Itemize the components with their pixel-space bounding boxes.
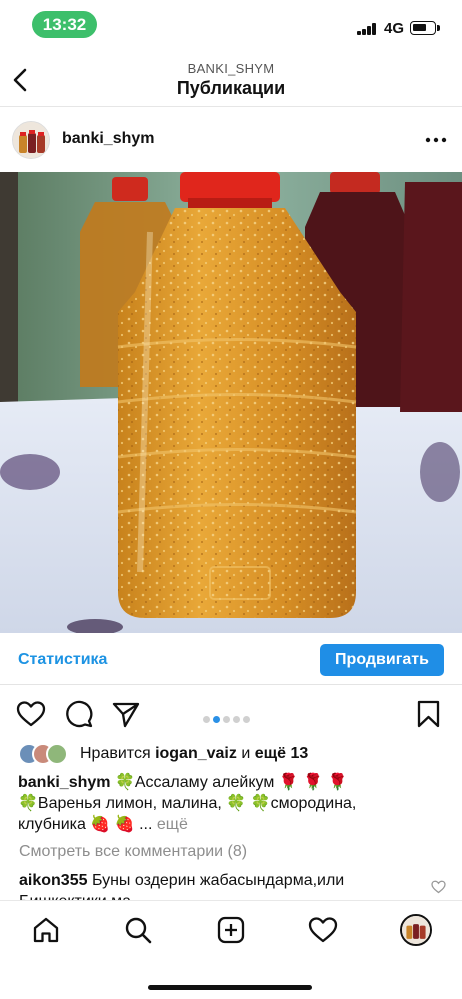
avatar[interactable] bbox=[12, 121, 50, 159]
comment-like-button[interactable] bbox=[431, 880, 446, 894]
avatar bbox=[402, 916, 430, 944]
carousel-dot bbox=[233, 716, 240, 723]
carousel-dot bbox=[243, 716, 250, 723]
clover-icon: 🍀 bbox=[114, 774, 135, 791]
comment-username[interactable]: aikon355 bbox=[19, 872, 87, 889]
tab-search[interactable] bbox=[123, 915, 153, 945]
likes-others[interactable]: ещё 13 bbox=[255, 745, 309, 762]
post-photo[interactable] bbox=[0, 172, 462, 633]
network-label: 4G bbox=[384, 20, 405, 37]
post-username[interactable]: banki_shym bbox=[62, 130, 154, 148]
add-post-icon bbox=[217, 916, 245, 944]
rose-icon: 🌹 bbox=[278, 774, 299, 791]
post-header: banki_shym bbox=[0, 117, 462, 163]
status-bar: 13:32 4G bbox=[0, 0, 462, 50]
action-row bbox=[0, 697, 462, 731]
rose-icon: 🌹 bbox=[327, 774, 348, 791]
send-icon bbox=[112, 702, 140, 728]
strawberry-icon: 🍓 bbox=[90, 816, 111, 833]
caption-username[interactable]: banki_shym bbox=[18, 774, 110, 791]
clover-icon: 🍀 bbox=[226, 795, 247, 812]
more-icon bbox=[425, 137, 447, 143]
nav-header: BANKI_SHYM Публикации bbox=[0, 55, 462, 107]
likes-prefix: Нравится bbox=[80, 745, 151, 762]
tab-activity[interactable] bbox=[308, 915, 338, 945]
promote-button[interactable]: Продвигать bbox=[320, 644, 444, 676]
clover-icon: 🍀 bbox=[250, 795, 271, 812]
account-name: BANKI_SHYM bbox=[187, 61, 275, 76]
signal-icon bbox=[357, 23, 377, 35]
likes-row[interactable]: Нравится iogan_vaiz и ещё 13 bbox=[0, 743, 462, 767]
caption-line1: Ассаламу алейкум bbox=[134, 774, 275, 791]
post-caption: banki_shym 🍀Ассаламу алейкум 🌹 🌹 🌹 🍀Варе… bbox=[18, 772, 448, 835]
home-icon bbox=[33, 917, 59, 943]
strawberry-icon: 🍓 bbox=[114, 816, 135, 833]
battery-icon bbox=[410, 21, 440, 35]
caption-line2b: смородина, bbox=[270, 795, 357, 812]
bookmark-icon bbox=[417, 700, 440, 728]
tab-create[interactable] bbox=[216, 915, 246, 945]
bottom-tab-bar bbox=[0, 900, 462, 999]
carousel-dot bbox=[203, 716, 210, 723]
search-icon bbox=[125, 917, 152, 944]
insights-row: Статистика Продвигать bbox=[0, 641, 462, 685]
liker-avatar bbox=[46, 743, 68, 765]
heart-icon bbox=[431, 880, 446, 894]
share-button[interactable] bbox=[111, 699, 141, 729]
clover-icon: 🍀 bbox=[18, 795, 38, 812]
carousel-dot bbox=[223, 716, 230, 723]
likes-text: Нравится iogan_vaiz и ещё 13 bbox=[80, 745, 308, 763]
rose-icon: 🌹 bbox=[303, 774, 324, 791]
likes-joiner: и bbox=[241, 745, 251, 762]
statistics-link[interactable]: Статистика bbox=[18, 651, 107, 669]
carousel-dots bbox=[203, 710, 253, 723]
heart-icon bbox=[308, 917, 338, 943]
tab-profile[interactable] bbox=[400, 914, 432, 946]
carousel-dot-active bbox=[213, 716, 220, 723]
like-button[interactable] bbox=[16, 699, 46, 729]
comment-button[interactable] bbox=[64, 699, 94, 729]
caption-more-link[interactable]: ещё bbox=[157, 816, 188, 833]
home-indicator bbox=[148, 985, 312, 990]
comment-icon bbox=[66, 700, 93, 728]
save-button[interactable] bbox=[414, 699, 444, 729]
caption-ellipsis: ... bbox=[139, 816, 153, 833]
status-time: 13:32 bbox=[32, 11, 97, 38]
more-options-button[interactable] bbox=[424, 130, 448, 150]
tab-home[interactable] bbox=[31, 915, 61, 945]
caption-line2a: Варенья лимон, малина, bbox=[37, 795, 222, 812]
page-title: Публикации bbox=[176, 78, 286, 98]
liker-username[interactable]: iogan_vaiz bbox=[155, 745, 237, 762]
comment-preview: aikon355 Буны оздерин жабасындарма,или Б… bbox=[19, 870, 429, 901]
heart-icon bbox=[16, 701, 46, 727]
view-comments-link[interactable]: Смотреть все комментарии (8) bbox=[19, 843, 247, 861]
caption-line3: клубника bbox=[18, 816, 86, 833]
liker-avatars bbox=[18, 743, 76, 765]
